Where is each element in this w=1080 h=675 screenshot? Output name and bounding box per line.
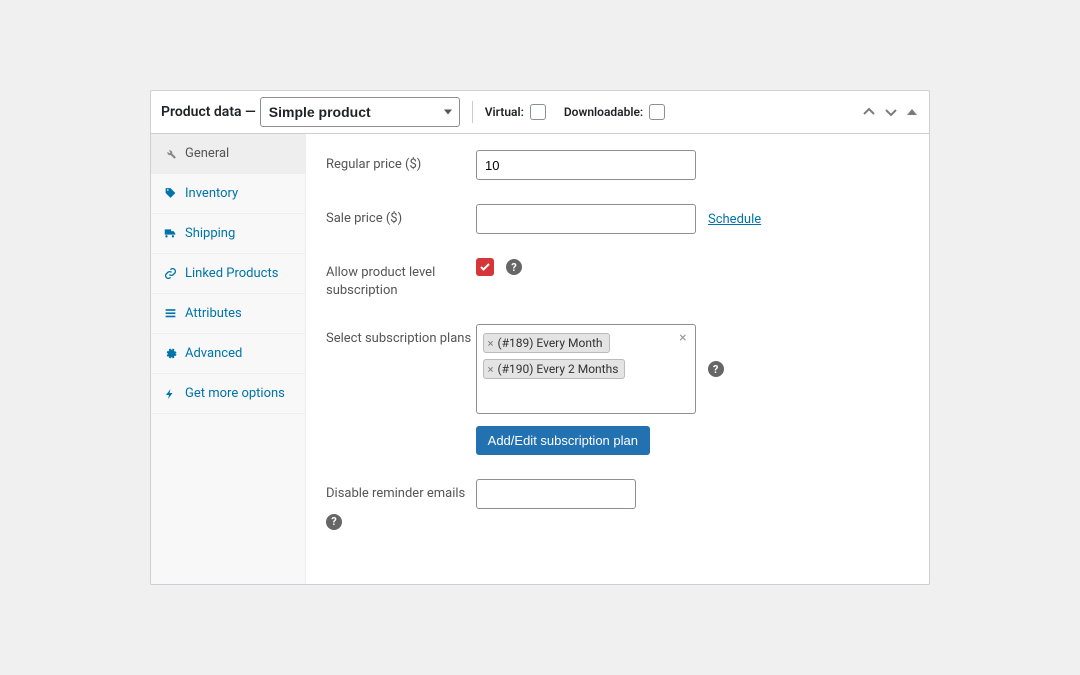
panel-title: Product data —	[161, 104, 256, 120]
sale-price-label: Sale price ($)	[326, 204, 476, 228]
allow-subscription-label: Allow product level subscription	[326, 258, 476, 300]
tab-label: Inventory	[185, 186, 238, 201]
subscription-plans-select[interactable]: × × (#189) Every Month × (#190) Every 2 …	[476, 324, 696, 414]
tabs-list: General Inventory Shipping Linked Produc…	[151, 134, 306, 584]
downloadable-checkbox[interactable]	[649, 104, 665, 120]
virtual-label: Virtual:	[485, 105, 524, 119]
field-allow-subscription: Allow product level subscription ?	[326, 258, 909, 300]
tab-content: Regular price ($) Sale price ($) Schedul…	[306, 134, 929, 584]
add-edit-plan-button[interactable]: Add/Edit subscription plan	[476, 426, 650, 455]
gear-icon	[163, 347, 177, 361]
schedule-link[interactable]: Schedule	[708, 212, 761, 227]
tab-shipping[interactable]: Shipping	[151, 214, 305, 254]
product-type-select[interactable]: Simple product	[260, 97, 460, 127]
help-icon[interactable]: ?	[708, 361, 724, 377]
collapse-icon[interactable]	[905, 105, 919, 119]
tab-label: Advanced	[185, 346, 242, 361]
field-disable-reminder: Disable reminder emails ?	[326, 479, 909, 529]
select-plans-label: Select subscription plans	[326, 324, 476, 348]
clear-all-icon[interactable]: ×	[679, 331, 686, 345]
chip-label: (#190) Every 2 Months	[498, 362, 619, 376]
wrench-icon	[163, 147, 177, 161]
tab-label: Get more options	[185, 386, 285, 401]
downloadable-label: Downloadable:	[564, 105, 643, 119]
list-icon	[163, 307, 177, 321]
separator	[472, 101, 473, 123]
disable-reminder-input[interactable]	[476, 479, 636, 509]
tab-attributes[interactable]: Attributes	[151, 294, 305, 334]
panel-header: Product data — Simple product Virtual: D…	[151, 91, 929, 134]
tab-label: Attributes	[185, 306, 242, 321]
move-up-icon[interactable]	[861, 104, 877, 120]
tab-label: General	[185, 146, 229, 161]
tab-general[interactable]: General	[151, 134, 305, 174]
disable-reminder-label: Disable reminder emails	[326, 485, 465, 503]
field-select-plans: Select subscription plans × × (#189) Eve…	[326, 324, 909, 455]
allow-subscription-checkbox[interactable]	[476, 258, 494, 276]
tab-label: Shipping	[185, 226, 235, 241]
tag-icon	[163, 187, 177, 201]
chip-remove-icon[interactable]: ×	[488, 363, 494, 376]
tab-label: Linked Products	[185, 266, 278, 281]
panel-body: General Inventory Shipping Linked Produc…	[151, 134, 929, 584]
product-data-panel: Product data — Simple product Virtual: D…	[150, 90, 930, 585]
plan-chip: × (#189) Every Month	[483, 333, 610, 353]
chip-remove-icon[interactable]: ×	[488, 337, 494, 350]
truck-icon	[163, 227, 177, 241]
tab-get-more-options[interactable]: Get more options	[151, 374, 305, 414]
virtual-checkbox[interactable]	[530, 104, 546, 120]
link-icon	[163, 267, 177, 281]
regular-price-label: Regular price ($)	[326, 150, 476, 174]
plan-chip: × (#190) Every 2 Months	[483, 359, 626, 379]
move-down-icon[interactable]	[883, 104, 899, 120]
regular-price-input[interactable]	[476, 150, 696, 180]
bolt-icon	[163, 387, 177, 401]
tab-linked-products[interactable]: Linked Products	[151, 254, 305, 294]
help-icon[interactable]: ?	[326, 514, 342, 530]
help-icon[interactable]: ?	[506, 259, 522, 275]
chip-label: (#189) Every Month	[498, 336, 603, 350]
field-sale-price: Sale price ($) Schedule	[326, 204, 909, 234]
sale-price-input[interactable]	[476, 204, 696, 234]
field-regular-price: Regular price ($)	[326, 150, 909, 180]
tab-advanced[interactable]: Advanced	[151, 334, 305, 374]
tab-inventory[interactable]: Inventory	[151, 174, 305, 214]
